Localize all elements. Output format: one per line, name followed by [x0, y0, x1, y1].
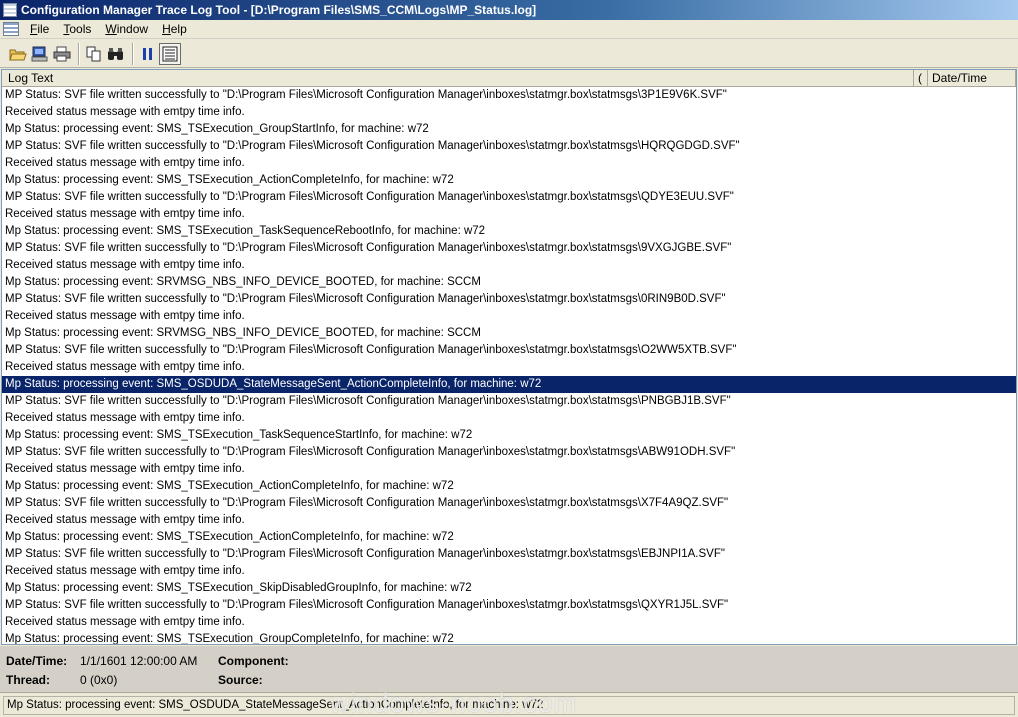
log-row[interactable]: Received status message with emtpy time …: [2, 359, 1016, 376]
log-row[interactable]: Received status message with emtpy time …: [2, 512, 1016, 529]
list-header: Log Text ( Date/Time: [2, 70, 1016, 87]
status-message: Mp Status: processing event: SMS_OSDUDA_…: [3, 696, 1015, 715]
menu-help[interactable]: Help: [155, 22, 194, 36]
log-row[interactable]: MP Status: SVF file written successfully…: [2, 393, 1016, 410]
log-row[interactable]: MP Status: SVF file written successfully…: [2, 342, 1016, 359]
find-icon[interactable]: [105, 43, 127, 65]
log-row[interactable]: Mp Status: processing event: SMS_TSExecu…: [2, 172, 1016, 189]
log-row[interactable]: MP Status: SVF file written successfully…: [2, 597, 1016, 614]
log-row[interactable]: Received status message with emtpy time …: [2, 410, 1016, 427]
column-date-time[interactable]: Date/Time: [928, 70, 1016, 86]
print-icon[interactable]: [51, 43, 73, 65]
log-row-selected[interactable]: Mp Status: processing event: SMS_OSDUDA_…: [2, 376, 1016, 393]
log-row[interactable]: Mp Status: processing event: SMS_TSExecu…: [2, 121, 1016, 138]
open-server-icon[interactable]: [29, 43, 51, 65]
window-title: Configuration Manager Trace Log Tool - […: [21, 3, 537, 17]
menu-bar: File Tools Window Help: [0, 20, 1018, 39]
datetime-label: Date/Time:: [6, 654, 68, 668]
column-log-text[interactable]: Log Text: [2, 70, 914, 86]
title-bar: Configuration Manager Trace Log Tool - […: [0, 0, 1018, 20]
log-row[interactable]: MP Status: SVF file written successfully…: [2, 546, 1016, 563]
menu-file[interactable]: File: [23, 22, 56, 36]
log-row[interactable]: Mp Status: processing event: SMS_TSExecu…: [2, 631, 1016, 644]
log-row[interactable]: Received status message with emtpy time …: [2, 104, 1016, 121]
log-row[interactable]: Mp Status: processing event: SMS_TSExecu…: [2, 427, 1016, 444]
log-row[interactable]: MP Status: SVF file written successfully…: [2, 87, 1016, 104]
highlight-icon[interactable]: [159, 42, 181, 65]
log-row[interactable]: MP Status: SVF file written successfully…: [2, 138, 1016, 155]
log-row[interactable]: Mp Status: processing event: SMS_TSExecu…: [2, 529, 1016, 546]
open-icon[interactable]: [7, 43, 29, 65]
toolbar: [0, 40, 1018, 68]
log-rows: MP Status: SVF file written successfully…: [2, 87, 1016, 644]
log-row[interactable]: Received status message with emtpy time …: [2, 206, 1016, 223]
log-row[interactable]: Mp Status: processing event: SMS_TSExecu…: [2, 580, 1016, 597]
log-row[interactable]: Received status message with emtpy time …: [2, 257, 1016, 274]
log-row[interactable]: MP Status: SVF file written successfully…: [2, 189, 1016, 206]
menu-window[interactable]: Window: [98, 22, 155, 36]
column-component[interactable]: (: [914, 70, 928, 86]
component-label: Component:: [218, 654, 289, 668]
log-row[interactable]: Mp Status: processing event: SRVMSG_NBS_…: [2, 274, 1016, 291]
log-row[interactable]: MP Status: SVF file written successfully…: [2, 291, 1016, 308]
thread-label: Thread:: [6, 673, 51, 687]
thread-value: 0 (0x0): [80, 673, 118, 687]
log-row[interactable]: MP Status: SVF file written successfully…: [2, 495, 1016, 512]
log-row[interactable]: Mp Status: processing event: SMS_TSExecu…: [2, 223, 1016, 240]
log-row[interactable]: Mp Status: processing event: SMS_TSExecu…: [2, 478, 1016, 495]
menu-tools[interactable]: Tools: [56, 22, 98, 36]
pause-icon[interactable]: [137, 43, 159, 65]
log-list[interactable]: Log Text ( Date/Time MP Status: SVF file…: [1, 69, 1017, 645]
log-row[interactable]: Received status message with emtpy time …: [2, 308, 1016, 325]
document-icon[interactable]: [3, 22, 19, 36]
copy-icon[interactable]: [83, 43, 105, 65]
log-row[interactable]: Received status message with emtpy time …: [2, 155, 1016, 172]
log-row[interactable]: MP Status: SVF file written successfully…: [2, 444, 1016, 461]
log-row[interactable]: Received status message with emtpy time …: [2, 461, 1016, 478]
details-panel: Date/Time: 1/1/1601 12:00:00 AM Componen…: [0, 646, 1018, 692]
log-row[interactable]: Received status message with emtpy time …: [2, 614, 1016, 631]
log-row[interactable]: MP Status: SVF file written successfully…: [2, 240, 1016, 257]
log-row[interactable]: Received status message with emtpy time …: [2, 563, 1016, 580]
status-bar: Mp Status: processing event: SMS_OSDUDA_…: [0, 692, 1018, 717]
log-row[interactable]: Mp Status: processing event: SRVMSG_NBS_…: [2, 325, 1016, 342]
app-icon: [3, 3, 17, 17]
datetime-value: 1/1/1601 12:00:00 AM: [80, 654, 198, 668]
source-label: Source:: [218, 673, 263, 687]
